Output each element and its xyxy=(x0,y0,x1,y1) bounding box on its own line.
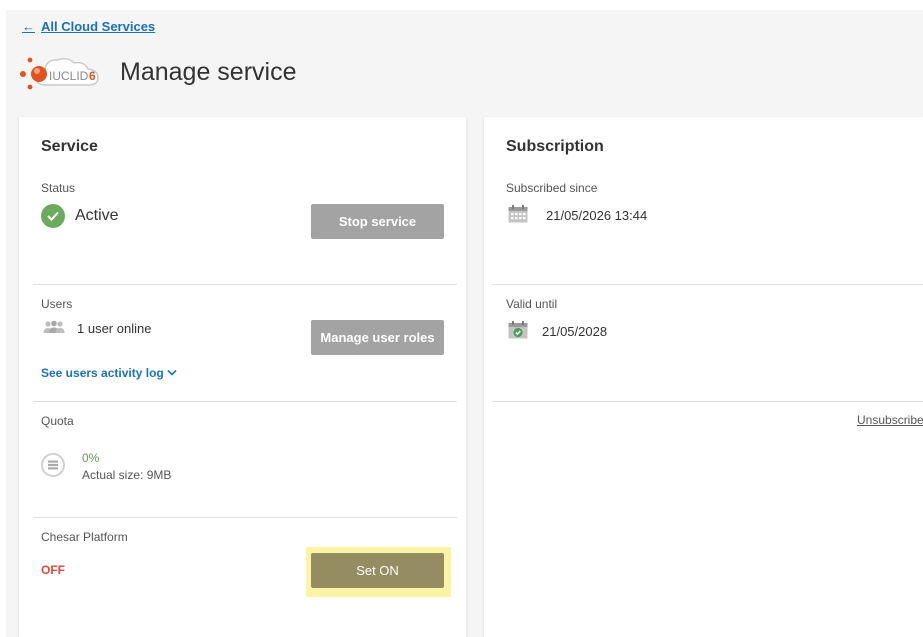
divider xyxy=(492,284,923,285)
quota-actual-size: Actual size: 9MB xyxy=(82,468,172,482)
arrow-left-icon: ← xyxy=(22,19,35,34)
subscribed-since-row: 21/05/2026 13:44 xyxy=(508,205,647,226)
status-row: Active xyxy=(41,204,119,228)
subscription-card-title: Subscription xyxy=(506,138,604,155)
subscribed-since-label: Subscribed since xyxy=(506,181,598,195)
unsubscribe-link[interactable]: Unsubscribe xyxy=(857,413,923,427)
service-card-title: Service xyxy=(41,138,98,155)
back-link-label: All Cloud Services xyxy=(41,19,156,34)
divider xyxy=(33,401,457,402)
users-online-row: 1 user online xyxy=(43,320,151,337)
users-label: Users xyxy=(41,297,73,311)
valid-until-label: Valid until xyxy=(506,297,558,311)
service-card: Service Status Active Stop service Users… xyxy=(19,117,466,637)
check-circle-icon xyxy=(41,204,65,228)
svg-text:IUCLID: IUCLID xyxy=(49,69,89,83)
quota-label: Quota xyxy=(41,414,74,428)
svg-text:6: 6 xyxy=(89,69,96,83)
calendar-icon xyxy=(508,205,528,226)
users-group-icon xyxy=(43,320,65,337)
calendar-check-icon xyxy=(508,321,528,342)
divider xyxy=(33,517,457,518)
status-label: Status xyxy=(41,181,76,195)
divider xyxy=(33,284,457,285)
back-to-cloud-services-link[interactable]: ← All Cloud Services xyxy=(22,19,155,34)
quota-percent: 0% xyxy=(82,451,100,465)
stop-service-button[interactable]: Stop service xyxy=(311,204,444,239)
divider xyxy=(492,401,923,402)
chevron-down-icon xyxy=(167,366,177,380)
users-online-text: 1 user online xyxy=(77,321,152,336)
valid-until-value: 21/05/2028 xyxy=(542,324,608,339)
valid-until-row: 21/05/2028 xyxy=(508,321,607,342)
database-icon xyxy=(41,453,65,477)
subscription-card: Subscription Subscribed since 21/05/2026… xyxy=(484,117,923,637)
subscribed-since-value: 21/05/2026 13:44 xyxy=(546,208,648,223)
manage-user-roles-button[interactable]: Manage user roles xyxy=(311,320,444,355)
status-value: Active xyxy=(75,207,119,224)
chesar-platform-label: Chesar Platform xyxy=(41,530,128,544)
set-on-button[interactable]: Set ON xyxy=(311,553,444,588)
page-header: IUCLID 6 Manage service xyxy=(18,52,296,92)
page-title: Manage service xyxy=(120,57,297,86)
see-users-activity-log-link[interactable]: See users activity log xyxy=(41,366,177,380)
activity-link-label: See users activity log xyxy=(41,366,164,380)
chesar-state: OFF xyxy=(41,563,65,577)
iuclid-logo: IUCLID 6 xyxy=(18,52,114,92)
